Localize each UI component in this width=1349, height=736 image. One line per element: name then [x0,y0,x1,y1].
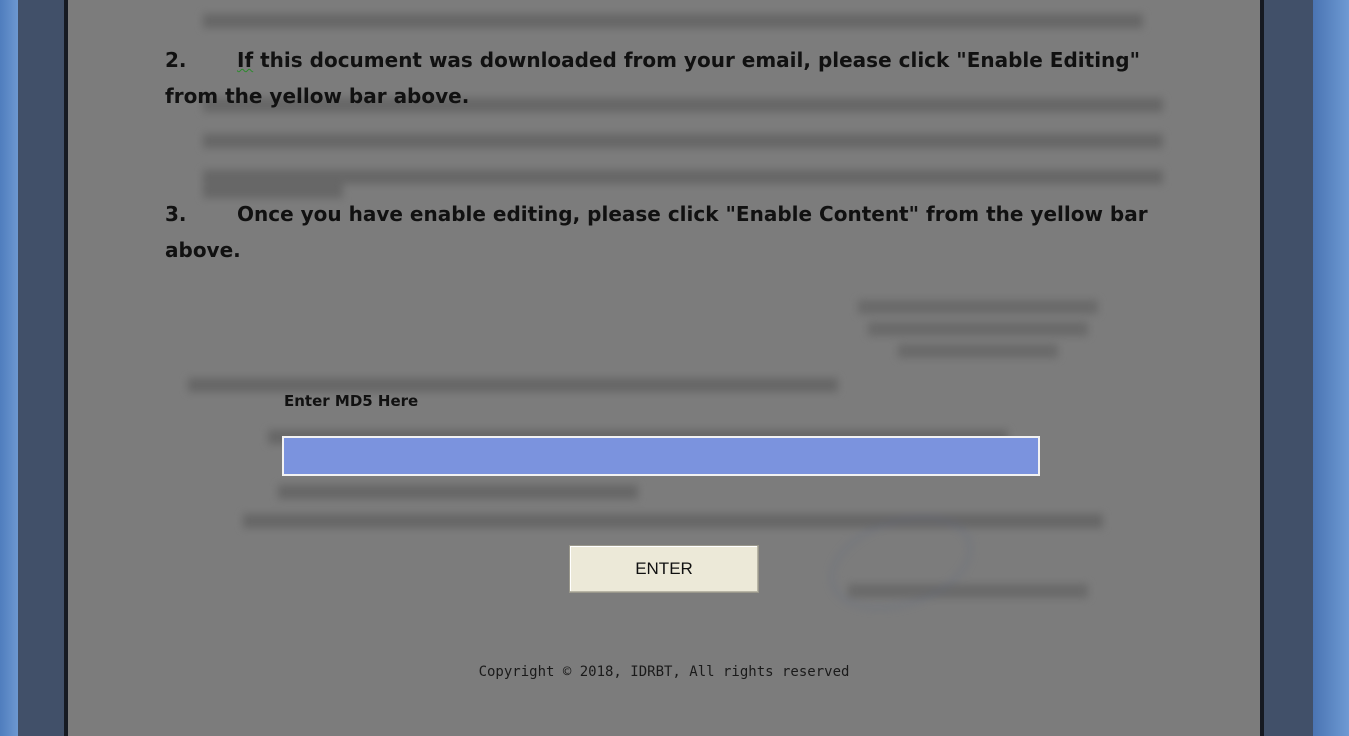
md5-input[interactable] [282,436,1040,476]
step-number: 2. [165,48,187,72]
step-text: Once you have enable editing, please cli… [165,202,1148,262]
desktop-edge-left [0,0,18,736]
desktop-edge-right [1313,0,1349,736]
window-frame-right [1264,0,1313,736]
enter-button[interactable]: ENTER [569,545,759,593]
copyright-notice: Copyright © 2018, IDRBT, All rights rese… [478,664,850,680]
window-frame-left [18,0,64,736]
instruction-step-3: 3. Once you have enable editing, please c… [165,196,1155,268]
step-number: 3. [165,202,187,226]
instruction-step-2: 2. If this document was downloaded from y… [165,42,1155,114]
step-lead-word: If [237,48,254,72]
step-text: this document was downloaded from your e… [165,48,1141,108]
document-page: 2. If this document was downloaded from y… [68,0,1260,736]
md5-field-label: Enter MD5 Here [284,392,419,410]
